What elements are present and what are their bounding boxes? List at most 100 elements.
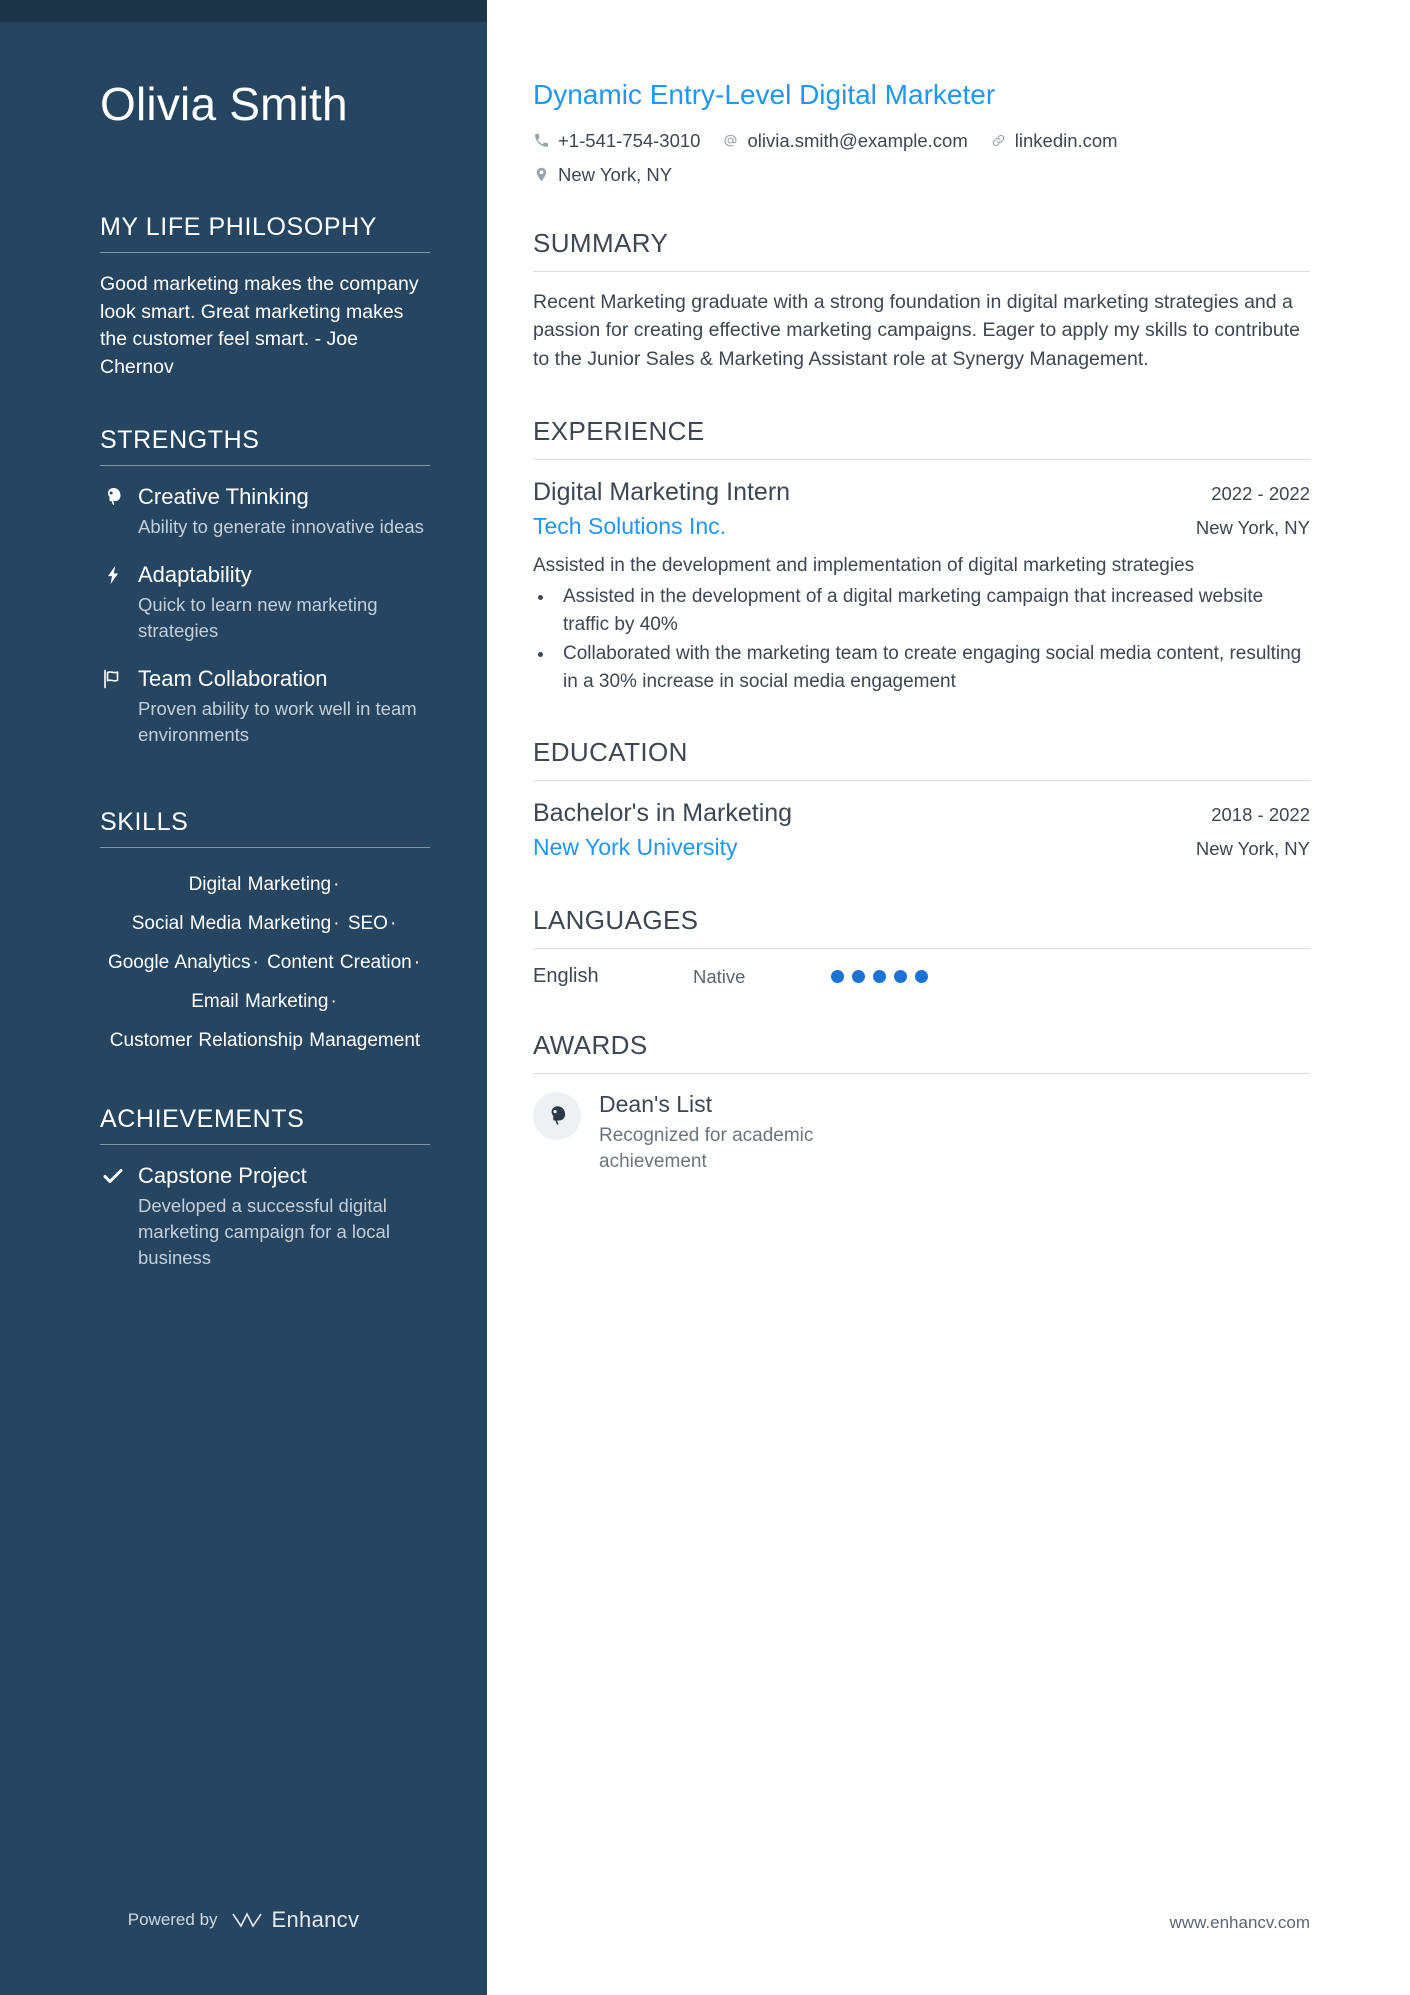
rating-dot <box>915 970 928 983</box>
divider <box>100 1143 430 1145</box>
sidebar: Olivia Smith MY LIFE PHILOSOPHY Good mar… <box>0 0 487 1995</box>
skill-item: Social Media Marketing <box>131 913 332 935</box>
section-achievements: ACHIEVEMENTS Capstone Project Developed … <box>100 1067 430 1272</box>
brain-head-icon <box>533 1092 581 1140</box>
contact-linkedin[interactable]: linkedin.com <box>990 130 1118 152</box>
rating-dot <box>852 970 865 983</box>
section-education: EDUCATION Bachelor's in Marketing 2018 -… <box>533 737 1310 863</box>
skill-item: Digital Marketing <box>188 874 332 896</box>
skill-item: Content Creation <box>267 952 412 974</box>
experience-entry: Digital Marketing Intern 2022 - 2022 Tec… <box>533 476 1310 695</box>
sidebar-top-strip <box>0 0 487 22</box>
enhancv-mark-icon <box>231 1912 262 1928</box>
contact-phone-text: +1-541-754-3010 <box>558 129 701 151</box>
strength-item: Adaptability Quick to learn new marketin… <box>100 562 430 644</box>
language-row: English Native <box>533 965 1310 988</box>
experience-company[interactable]: Tech Solutions Inc. <box>533 511 726 542</box>
enhancv-logo: Enhancv <box>230 1907 360 1933</box>
award-description: Recognized for academic achievement <box>599 1124 814 1173</box>
experience-job-title: Digital Marketing Intern <box>533 478 791 507</box>
award-item: Dean's List Recognized for academic achi… <box>533 1090 1310 1176</box>
flag-icon <box>100 666 126 692</box>
education-school[interactable]: New York University <box>533 832 738 863</box>
strength-title: Team Collaboration <box>138 666 328 692</box>
experience-bullet: Collaborated with the marketing team to … <box>555 640 1310 695</box>
achievement-title: Capstone Project <box>138 1162 307 1188</box>
contact-row: +1-541-754-3010 olivia.smith@example.com… <box>533 130 1173 186</box>
divider <box>533 948 1310 949</box>
section-skills: SKILLS Digital Marketing · Social Media M… <box>100 770 430 1061</box>
education-location: New York, NY <box>1195 837 1310 859</box>
achievement-item: Capstone Project Developed a successful … <box>100 1163 430 1272</box>
resume-page: Olivia Smith MY LIFE PHILOSOPHY Good mar… <box>0 0 1410 1995</box>
section-strengths: STRENGTHS Creative Thinking Ability to g… <box>100 388 430 749</box>
experience-bullets: Assisted in the development of a digital… <box>533 583 1310 695</box>
contact-email-text: olivia.smith@example.com <box>747 129 968 151</box>
experience-lead-text: Assisted in the development and implemen… <box>533 554 1195 576</box>
section-heading-summary: SUMMARY <box>533 227 669 258</box>
language-rating-dots <box>831 970 928 983</box>
strength-description: Quick to learn new marketing strategies <box>138 594 378 642</box>
rating-dot <box>894 970 907 983</box>
skill-separator: · <box>333 874 340 896</box>
summary-text: Recent Marketing graduate with a strong … <box>533 290 1301 371</box>
strength-description: Ability to generate innovative ideas <box>138 516 424 538</box>
strength-item: Creative Thinking Ability to generate in… <box>100 484 430 540</box>
language-name: English <box>533 965 599 987</box>
strength-title: Creative Thinking <box>138 483 309 509</box>
contact-phone[interactable]: +1-541-754-3010 <box>533 130 700 152</box>
skill-separator: · <box>330 991 337 1013</box>
skill-separator: · <box>389 913 397 935</box>
section-my-life-philosophy: MY LIFE PHILOSOPHY Good marketing makes … <box>100 175 430 382</box>
divider <box>533 1073 1310 1074</box>
section-experience: EXPERIENCE Digital Marketing Intern 2022… <box>533 416 1310 695</box>
skills-list: Digital Marketing · Social Media Marketin… <box>100 866 430 1061</box>
phone-icon <box>535 134 548 147</box>
divider <box>100 251 430 253</box>
strength-description: Proven ability to work well in team envi… <box>138 698 417 746</box>
contact-location-text: New York, NY <box>558 163 673 185</box>
enhancv-wordmark: Enhancv <box>271 1907 360 1932</box>
location-pin-icon <box>536 167 547 182</box>
section-languages: LANGUAGES English Native <box>533 905 1310 988</box>
skill-item: SEO <box>347 913 388 935</box>
section-heading-philosophy: MY LIFE PHILOSOPHY <box>100 212 378 241</box>
skill-separator: · <box>413 952 421 974</box>
experience-dates: 2022 - 2022 <box>1211 483 1310 505</box>
section-heading-strengths: STRENGTHS <box>100 425 260 454</box>
rating-dot <box>873 970 886 983</box>
rating-dot <box>831 970 844 983</box>
divider <box>533 780 1310 782</box>
headline-job-title: Dynamic Entry-Level Digital Marketer <box>533 79 996 110</box>
section-heading-experience: EXPERIENCE <box>533 416 705 447</box>
achievement-description: Developed a successful digital marketing… <box>138 1194 390 1269</box>
divider <box>100 464 430 466</box>
section-heading-achievements: ACHIEVEMENTS <box>100 1104 305 1133</box>
sidebar-footer: Powered by Enhancv <box>0 1907 487 1933</box>
section-summary: SUMMARY Recent Marketing graduate with a… <box>533 228 1310 375</box>
contact-email[interactable]: olivia.smith@example.com <box>722 129 968 152</box>
skill-item: Email Marketing <box>191 991 329 1013</box>
education-degree: Bachelor's in Marketing <box>533 799 793 828</box>
section-heading-languages: LANGUAGES <box>533 905 699 935</box>
divider <box>533 459 1310 461</box>
education-dates: 2018 - 2022 <box>1211 804 1310 826</box>
contact-linkedin-text: linkedin.com <box>1014 129 1118 151</box>
experience-location: New York, NY <box>1195 516 1310 538</box>
website-footer: www.enhancv.com <box>1169 1913 1310 1932</box>
strength-item: Team Collaboration Proven ability to wor… <box>100 666 430 748</box>
skill-item: Google Analytics <box>107 952 251 974</box>
skill-separator: · <box>252 952 259 974</box>
check-icon <box>100 1163 126 1189</box>
award-title: Dean's List <box>599 1091 713 1117</box>
candidate-name: Olivia Smith <box>100 78 348 130</box>
philosophy-quote: Good marketing makes the company look sm… <box>100 272 419 378</box>
lightning-bolt-icon <box>100 562 126 588</box>
powered-by-label: Powered by <box>127 1910 218 1929</box>
link-icon <box>992 134 1004 147</box>
divider <box>533 270 1310 272</box>
divider <box>100 847 430 849</box>
main-content: Dynamic Entry-Level Digital Marketer +1-… <box>487 0 1410 1995</box>
experience-bullet: Assisted in the development of a digital… <box>555 583 1310 638</box>
skill-item: Customer Relationship Management <box>109 1030 421 1052</box>
